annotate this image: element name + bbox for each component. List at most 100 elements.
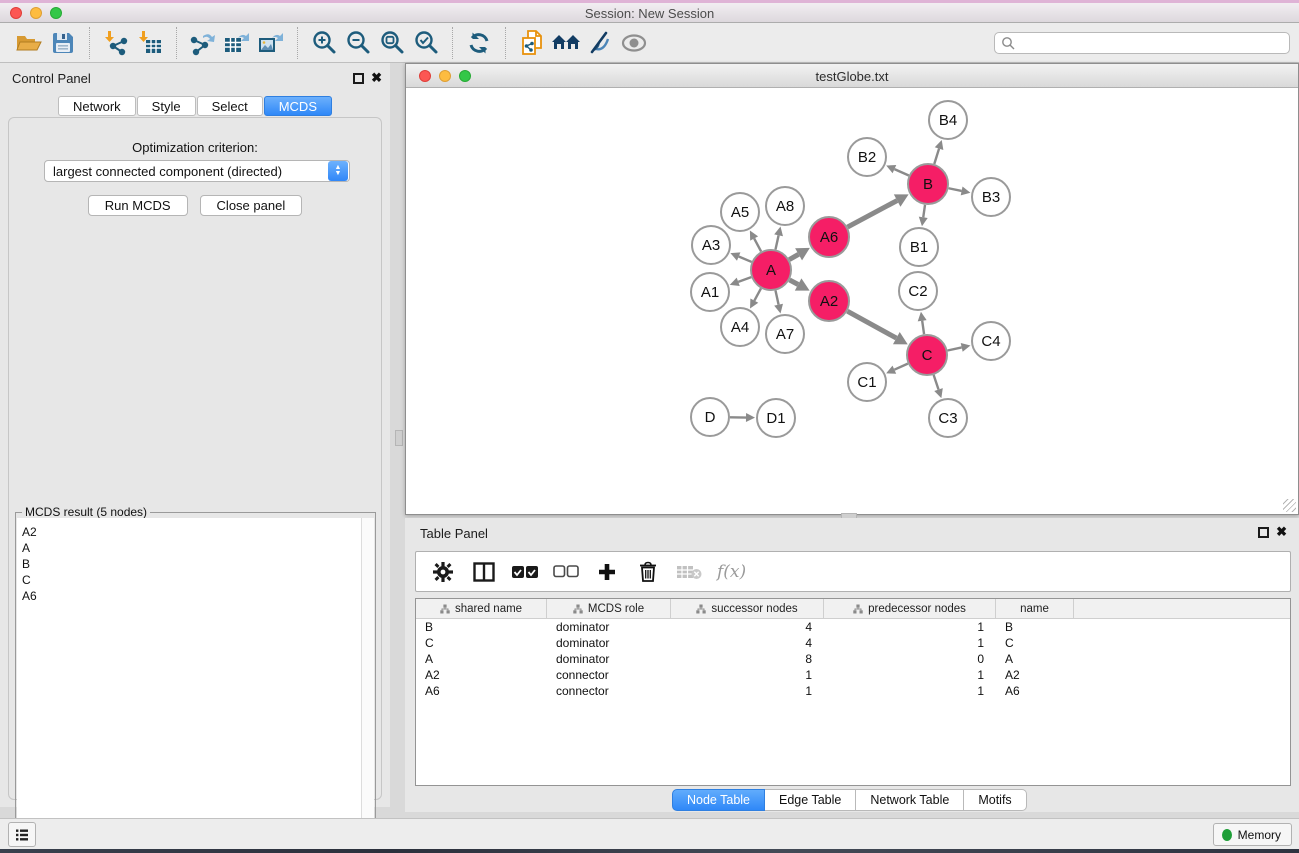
tab-node-table[interactable]: Node Table (672, 789, 765, 811)
show-hide-details-button[interactable] (617, 26, 651, 60)
mcds-result-item[interactable]: C (22, 572, 361, 588)
import-network-button[interactable] (99, 26, 133, 60)
criterion-select[interactable]: largest connected component (directed) ▲… (44, 160, 350, 182)
mcds-result-item[interactable]: B (22, 556, 361, 572)
column-header[interactable]: predecessor nodes (824, 599, 996, 619)
table-row[interactable]: Cdominator41C (416, 635, 1290, 651)
tab-style[interactable]: Style (137, 96, 196, 116)
zoom-out-button[interactable] (341, 26, 375, 60)
mcds-result-item[interactable]: A (22, 540, 361, 556)
export-network-button[interactable] (186, 26, 220, 60)
graph-edge[interactable] (894, 169, 908, 175)
table-options-button[interactable] (426, 555, 460, 589)
graph-edge[interactable] (847, 311, 896, 338)
export-image-icon (257, 30, 285, 56)
import-table-button[interactable] (133, 26, 167, 60)
graph-edge[interactable] (789, 254, 798, 259)
close-table-panel-icon[interactable]: ✖ (1276, 524, 1287, 540)
tab-mcds[interactable]: MCDS (264, 96, 332, 116)
task-history-button[interactable] (8, 822, 36, 847)
zoom-selected-button[interactable] (409, 26, 443, 60)
save-session-button[interactable] (46, 26, 80, 60)
table-row[interactable]: A2connector11A2 (416, 667, 1290, 683)
zoom-in-button[interactable] (307, 26, 341, 60)
graph-edge[interactable] (922, 321, 924, 334)
home-button[interactable] (549, 26, 583, 60)
graph-edge[interactable] (949, 188, 962, 191)
tab-edge-table[interactable]: Edge Table (765, 789, 856, 811)
app-window: Session: New Session (0, 0, 1299, 853)
node-table[interactable]: shared nameMCDS rolesuccessor nodesprede… (415, 598, 1291, 786)
select-all-button[interactable] (508, 555, 542, 589)
column-header[interactable]: MCDS role (547, 599, 671, 619)
mcds-result-list[interactable]: A2ABCA6 (17, 518, 361, 848)
table-cell: 1 (671, 667, 824, 683)
graph-edge[interactable] (775, 291, 778, 305)
result-scrollbar[interactable] (361, 518, 374, 848)
float-panel-icon[interactable] (353, 73, 364, 84)
graph-edge[interactable] (775, 235, 778, 249)
deselect-all-button[interactable] (549, 555, 583, 589)
tab-network-table[interactable]: Network Table (856, 789, 964, 811)
resize-grip-icon[interactable] (1283, 499, 1296, 512)
node-label: C2 (908, 283, 927, 300)
open-session-button[interactable] (12, 26, 46, 60)
table-cell: 0 (824, 651, 996, 667)
refresh-layout-button[interactable] (462, 26, 496, 60)
table-row[interactable]: A6connector11A6 (416, 683, 1290, 699)
zoom-fit-button[interactable] (375, 26, 409, 60)
delete-column-button[interactable] (631, 555, 665, 589)
zoom-in-icon (311, 30, 337, 56)
graph-edge[interactable] (790, 280, 799, 285)
column-header[interactable]: successor nodes (671, 599, 824, 619)
graphics-details-button[interactable] (583, 26, 617, 60)
table-row[interactable]: Bdominator41B (416, 619, 1290, 635)
window-titlebar: Session: New Session (0, 0, 1299, 23)
table-cell: 1 (671, 683, 824, 699)
node-label: C (922, 347, 933, 364)
graph-edge[interactable] (738, 277, 751, 282)
column-header[interactable]: shared name (416, 599, 547, 619)
run-mcds-button[interactable]: Run MCDS (88, 195, 188, 216)
eye-icon (620, 32, 648, 54)
graph-edge[interactable] (848, 201, 898, 228)
function-builder-icon[interactable]: f(x) (717, 562, 746, 582)
column-layout-button[interactable] (467, 555, 501, 589)
clone-network-button[interactable] (515, 26, 549, 60)
graph-edge[interactable] (934, 149, 939, 164)
tab-motifs[interactable]: Motifs (964, 789, 1026, 811)
search-input[interactable] (1015, 34, 1289, 52)
optimization-label: Optimization criterion: (9, 140, 381, 155)
edge-arrowhead (934, 388, 943, 398)
tab-network[interactable]: Network (58, 96, 136, 116)
graph-edge[interactable] (739, 257, 752, 262)
graph-edge[interactable] (754, 288, 761, 300)
gear-icon (432, 561, 454, 583)
tab-select[interactable]: Select (197, 96, 263, 116)
network-graph[interactable]: B4B2BB3A8A5A6A3B1AC2A1A2A4A7C4CC1C3DD1 (406, 88, 1298, 514)
graph-edge[interactable] (948, 347, 962, 350)
graph-edge[interactable] (923, 205, 925, 218)
network-canvas[interactable]: B4B2BB3A8A5A6A3B1AC2A1A2A4A7C4CC1C3DD1 (406, 88, 1298, 514)
memory-button[interactable]: Memory (1213, 823, 1292, 846)
window-title: Session: New Session (0, 6, 1299, 21)
table-row[interactable]: Adominator80A (416, 651, 1290, 667)
graph-edge[interactable] (754, 238, 761, 251)
vertical-splitter-grip[interactable] (395, 430, 403, 446)
column-header-label: name (1020, 603, 1049, 615)
mcds-result-item[interactable]: A6 (22, 588, 361, 604)
mcds-result-item[interactable]: A2 (22, 524, 361, 540)
table-cell: 8 (671, 651, 824, 667)
zoom-selected-icon (413, 30, 439, 56)
delete-table-button[interactable] (672, 555, 706, 589)
add-column-button[interactable] (590, 555, 624, 589)
graph-edge[interactable] (894, 364, 907, 370)
graph-edge[interactable] (934, 375, 939, 390)
float-table-panel-icon[interactable] (1258, 527, 1269, 538)
close-panel-icon[interactable]: ✖ (371, 70, 382, 86)
toolbar-separator (297, 27, 298, 59)
export-image-button[interactable] (254, 26, 288, 60)
export-table-button[interactable] (220, 26, 254, 60)
close-panel-button[interactable]: Close panel (200, 195, 303, 216)
column-header[interactable]: name (996, 599, 1074, 619)
